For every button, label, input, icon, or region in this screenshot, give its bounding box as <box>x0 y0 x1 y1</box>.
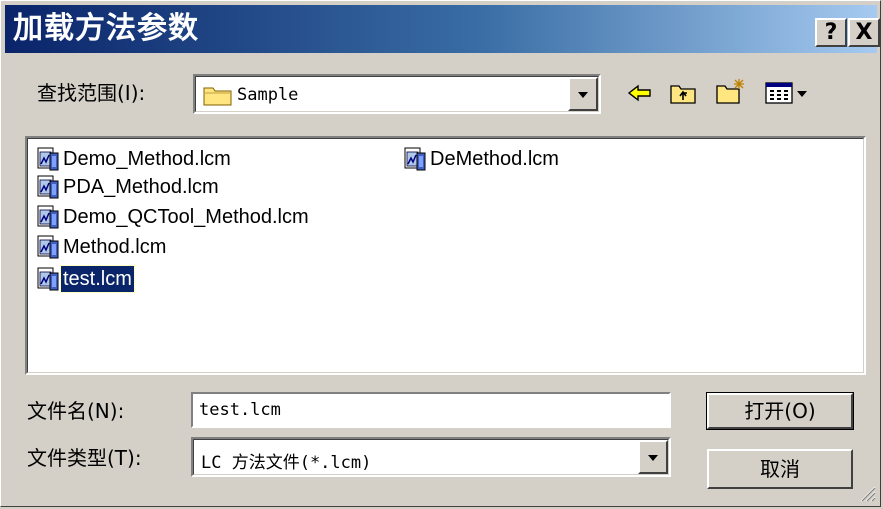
up-folder-icon[interactable] <box>669 81 697 109</box>
new-folder-icon[interactable] <box>715 77 747 109</box>
dialog-title: 加载方法参数 <box>13 11 199 46</box>
filetype-label-text: 文件类型 <box>27 446 107 470</box>
chevron-down-icon <box>648 455 658 461</box>
filetype-label: 文件类型(T): <box>27 446 142 470</box>
lookin-value: Sample <box>237 85 299 105</box>
filename-accel: (N): <box>87 399 125 423</box>
file-list-item[interactable]: Demo_Method.lcm <box>37 146 233 172</box>
filename-input[interactable] <box>191 392 671 428</box>
filetype-dropdown-button[interactable] <box>638 440 668 474</box>
method-file-icon <box>37 205 59 229</box>
filename-label: 文件名(N): <box>27 399 124 423</box>
file-name: test.lcm <box>60 265 135 293</box>
lookin-label-text: 查找范围 <box>37 81 117 105</box>
filetype-combo[interactable]: LC 方法文件(*.lcm) <box>191 437 671 477</box>
file-list-item[interactable]: PDA_Method.lcm <box>37 174 221 200</box>
file-name: PDA_Method.lcm <box>63 176 219 198</box>
file-list-item[interactable]: Demo_QCTool_Method.lcm <box>37 204 311 230</box>
file-name: DeMethod.lcm <box>430 148 559 170</box>
cancel-button[interactable]: 取消 <box>707 449 853 489</box>
method-file-icon <box>37 147 59 171</box>
open-method-dialog: 加载方法参数 ? X 查找范围(I): Sample Demo_Method.l… <box>0 0 881 507</box>
chevron-down-icon <box>578 92 588 98</box>
file-list-item[interactable]: Method.lcm <box>37 234 168 260</box>
file-name: Demo_QCTool_Method.lcm <box>63 206 309 228</box>
lookin-dropdown-button[interactable] <box>568 77 598 111</box>
file-name: Demo_Method.lcm <box>63 148 231 170</box>
view-menu-icon[interactable] <box>765 81 815 109</box>
filename-label-text: 文件名 <box>27 399 87 423</box>
help-button[interactable]: ? <box>815 18 847 47</box>
method-file-icon <box>37 267 59 291</box>
folder-icon <box>203 84 233 110</box>
back-arrow-icon[interactable] <box>627 83 653 107</box>
close-button[interactable]: X <box>848 18 880 47</box>
method-file-icon <box>37 175 59 199</box>
lookin-accel: (I): <box>117 81 146 105</box>
open-button[interactable]: 打开(O) <box>706 392 854 430</box>
resize-grip-icon[interactable] <box>858 484 876 502</box>
file-list-item[interactable]: DeMethod.lcm <box>404 146 561 172</box>
method-file-icon <box>37 235 59 259</box>
title-bar[interactable]: 加载方法参数 ? X <box>5 5 880 53</box>
file-name: Method.lcm <box>63 236 167 258</box>
method-file-icon <box>404 147 426 171</box>
lookin-label: 查找范围(I): <box>37 81 145 105</box>
lookin-combo[interactable]: Sample <box>193 74 601 114</box>
filetype-accel: (T): <box>107 446 142 470</box>
filetype-value: LC 方法文件(*.lcm) <box>201 453 372 473</box>
file-list[interactable]: Demo_Method.lcm DeMethod.lcm PDA_Method.lc… <box>25 136 866 375</box>
file-list-item[interactable]: test.lcm <box>37 265 135 293</box>
